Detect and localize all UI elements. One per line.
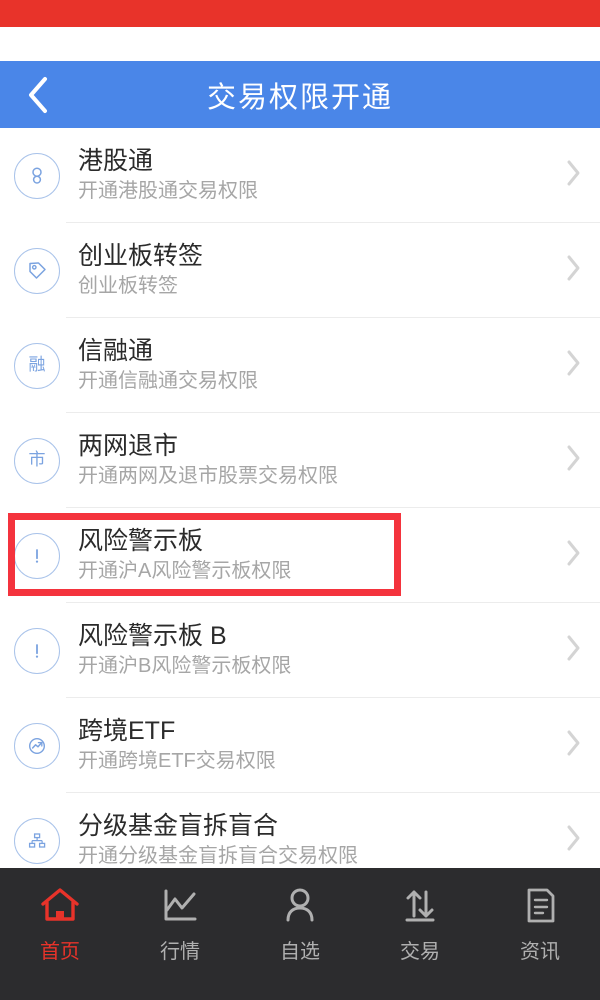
list-item-title: 风险警示板 B — [78, 621, 227, 650]
line-chart-icon — [159, 882, 201, 930]
list-item-subtitle: 创业板转签 — [78, 275, 178, 298]
list-item-text: 风险警示板 B 开通沪B风险警示板权限 — [78, 622, 558, 680]
list-item-risk-warning-board-b[interactable]: 风险警示板 B 开通沪B风险警示板权限 — [0, 603, 600, 698]
tab-label: 行情 — [160, 941, 200, 963]
list-item-subtitle: 开通沪A风险警示板权限 — [78, 560, 292, 583]
tab-label: 交易 — [400, 941, 440, 963]
list-item-text: 分级基金盲拆盲合 开通分级基金盲拆盲合交易权限 — [78, 812, 558, 868]
list-item-text: 跨境ETF 开通跨境ETF交易权限 — [78, 717, 558, 775]
chevron-right-icon — [566, 539, 582, 572]
list-item-structured-fund[interactable]: 分级基金盲拆盲合 开通分级基金盲拆盲合交易权限 — [0, 793, 600, 868]
list-item-hk-stock-connect[interactable]: 港股通 开通港股通交易权限 — [0, 128, 600, 223]
tab-home[interactable]: 首页 — [0, 882, 120, 964]
list-item-title: 风险警示板 — [78, 526, 204, 555]
tab-label: 首页 — [40, 941, 80, 963]
list-item-delisted-stocks[interactable]: 市 两网退市 开通两网及退市股票交易权限 — [0, 413, 600, 508]
list-item-gem-board-transfer[interactable]: 创业板转签 创业板转签 — [0, 223, 600, 318]
tab-trade[interactable]: 交易 — [360, 882, 480, 964]
status-bar-gap — [0, 27, 600, 61]
tag-icon — [14, 247, 60, 294]
list-item-subtitle: 开通两网及退市股票交易权限 — [78, 465, 338, 488]
chevron-right-icon — [566, 634, 582, 667]
list-item-subtitle: 开通跨境ETF交易权限 — [78, 750, 276, 773]
list-item-title: 跨境ETF — [78, 716, 176, 745]
permission-list: 港股通 开通港股通交易权限 创业板转签 创业板转签 融 信融通 开通信融通交易权… — [0, 128, 600, 868]
shi-badge-icon: 市 — [14, 437, 60, 484]
list-item-title: 分级基金盲拆盲合 — [78, 811, 279, 840]
rong-badge-icon: 融 — [14, 342, 60, 389]
chevron-right-icon — [566, 444, 582, 477]
list-item-text: 信融通 开通信融通交易权限 — [78, 337, 558, 395]
trend-chart-icon — [14, 722, 60, 769]
list-item-text: 风险警示板 开通沪A风险警示板权限 — [78, 527, 558, 585]
hierarchy-icon — [14, 817, 60, 864]
list-item-subtitle: 开通信融通交易权限 — [78, 370, 258, 393]
home-icon — [39, 882, 81, 930]
page-title: 交易权限开通 — [206, 81, 393, 114]
list-item-subtitle: 开通港股通交易权限 — [78, 180, 258, 203]
transfer-arrows-icon — [399, 882, 441, 930]
list-item-title: 两网退市 — [78, 431, 179, 460]
tab-label: 资讯 — [520, 941, 560, 963]
list-item-subtitle: 开通分级基金盲拆盲合交易权限 — [78, 845, 358, 868]
list-item-subtitle: 开通沪B风险警示板权限 — [78, 655, 292, 678]
tab-label: 自选 — [280, 941, 320, 963]
list-item-text: 两网退市 开通两网及退市股票交易权限 — [78, 432, 558, 490]
chevron-right-icon — [566, 349, 582, 382]
warning-exclamation-icon — [14, 627, 60, 674]
rong-badge-glyph: 融 — [28, 355, 46, 375]
chevron-right-icon — [566, 254, 582, 287]
status-bar — [0, 0, 600, 27]
list-item-title: 港股通 — [78, 146, 154, 175]
list-item-text: 创业板转签 创业板转签 — [78, 242, 558, 300]
tab-news[interactable]: 资讯 — [480, 882, 600, 964]
chevron-right-icon — [566, 729, 582, 762]
person-icon — [279, 882, 321, 930]
list-item-risk-warning-board-a[interactable]: 风险警示板 开通沪A风险警示板权限 — [0, 508, 600, 603]
chevron-right-icon — [566, 824, 582, 857]
tab-market[interactable]: 行情 — [120, 882, 240, 964]
list-item-title: 信融通 — [78, 336, 154, 365]
page-header: 交易权限开通 — [0, 61, 600, 128]
shi-badge-glyph: 市 — [28, 450, 46, 470]
tab-watchlist[interactable]: 自选 — [240, 882, 360, 964]
bottom-tab-bar: 首页 行情 自选 交易 资讯 — [0, 868, 600, 1000]
list-item-xinrongtong[interactable]: 融 信融通 开通信融通交易权限 — [0, 318, 600, 413]
list-item-text: 港股通 开通港股通交易权限 — [78, 147, 558, 205]
list-item-title: 创业板转签 — [78, 241, 204, 270]
chevron-right-icon — [566, 159, 582, 192]
document-icon — [519, 882, 561, 930]
list-item-cross-border-etf[interactable]: 跨境ETF 开通跨境ETF交易权限 — [0, 698, 600, 793]
warning-exclamation-icon — [14, 532, 60, 579]
hongkong-stock-connect-icon — [14, 152, 60, 199]
app-root: 交易权限开通 港股通 开通港股通交易权限 创业板转签 创业板转签 融 信融通 开… — [0, 0, 600, 1000]
